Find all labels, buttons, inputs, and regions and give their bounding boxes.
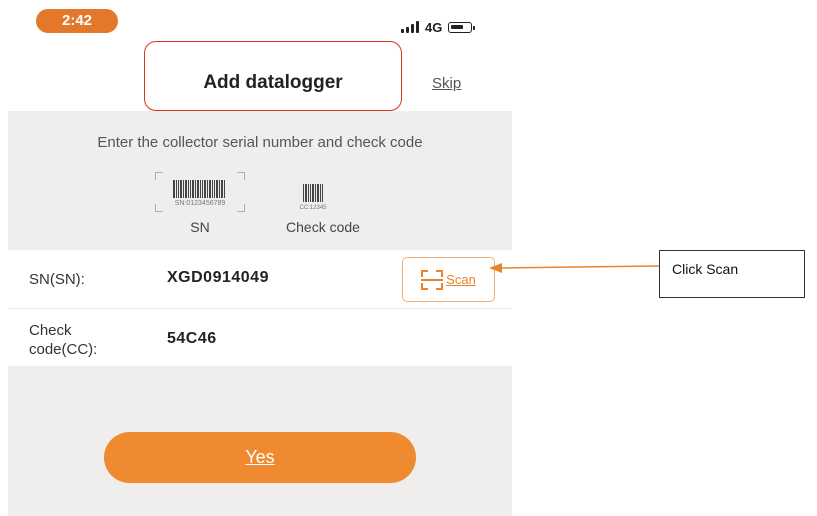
- battery-icon: [448, 21, 476, 33]
- yes-button[interactable]: Yes: [104, 432, 416, 483]
- cc-sample-code: CC:12345: [299, 205, 327, 211]
- sn-caption: SN: [190, 219, 210, 235]
- skip-link[interactable]: Skip: [432, 75, 461, 92]
- status-time: 2:42: [36, 9, 118, 33]
- page-title: Add datalogger: [203, 72, 343, 93]
- instruction-text: Enter the collector serial number and ch…: [97, 134, 423, 151]
- barcode-icon: [173, 180, 227, 198]
- sn-barcode-sample: SN:0123456789: [155, 172, 245, 212]
- scan-icon: [421, 269, 444, 290]
- cc-label: Check code(CC):: [29, 321, 97, 359]
- annotation-arrow: [489, 263, 659, 273]
- phone-screen: 2:42 4G Add datalogger Skip Enter the co…: [8, 0, 512, 516]
- cc-barcode-sample: CC:12345: [293, 184, 333, 216]
- cc-field[interactable]: 54C46: [167, 330, 217, 348]
- barcode-icon: [303, 184, 323, 202]
- sn-field[interactable]: XGD0914049: [167, 269, 269, 287]
- scan-label: Scan: [446, 272, 476, 287]
- sn-sample-code: SN:0123456789: [174, 200, 226, 207]
- cc-label-line2: code(CC):: [29, 341, 98, 358]
- signal-icon: [401, 21, 419, 33]
- bottom-panel: Yes: [8, 366, 512, 516]
- status-indicators: 4G: [401, 17, 476, 37]
- cc-label-line1: Check: [29, 322, 72, 339]
- network-type: 4G: [425, 19, 443, 35]
- cc-caption: Check code: [286, 219, 360, 235]
- scan-button[interactable]: Scan: [402, 257, 495, 302]
- sn-label: SN(SN):: [29, 271, 85, 288]
- annotation-callout: Click Scan: [659, 250, 805, 298]
- instruction-panel: Enter the collector serial number and ch…: [8, 111, 512, 250]
- row-divider: [8, 308, 512, 309]
